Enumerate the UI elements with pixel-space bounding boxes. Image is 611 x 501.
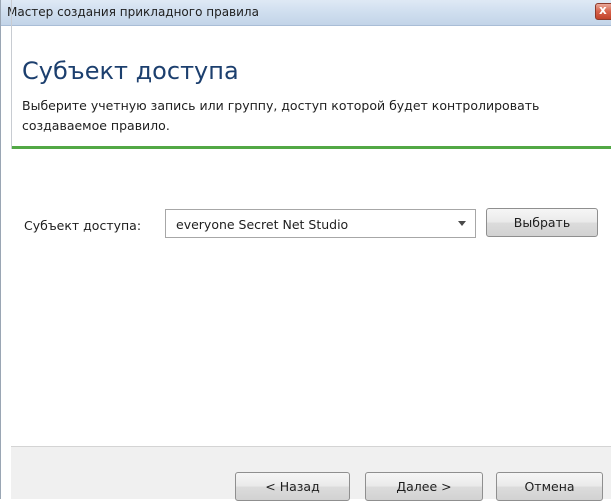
cancel-button[interactable]: Отмена: [496, 472, 603, 501]
select-button[interactable]: Выбрать: [486, 208, 598, 237]
next-button[interactable]: Далее >: [365, 472, 483, 501]
subject-combobox[interactable]: everyone Secret Net Studio: [165, 209, 476, 238]
back-button[interactable]: < Назад: [235, 472, 350, 501]
window-title: Мастер создания прикладного правила: [7, 5, 259, 19]
chevron-down-icon: [458, 221, 466, 226]
subject-value: everyone Secret Net Studio: [176, 217, 349, 232]
wizard-content: [11, 149, 611, 446]
page-title: Субъект доступа: [22, 57, 239, 85]
subject-label: Субъект доступа:: [24, 218, 142, 233]
wizard-window: Мастер создания прикладного правила x Су…: [0, 0, 611, 501]
page-description: Выберите учетную запись или группу, дост…: [22, 98, 540, 133]
title-bar[interactable]: Мастер создания прикладного правила x: [1, 0, 611, 26]
dropdown-button[interactable]: [449, 210, 475, 237]
close-icon: x: [599, 3, 607, 17]
close-button[interactable]: x: [595, 3, 611, 20]
